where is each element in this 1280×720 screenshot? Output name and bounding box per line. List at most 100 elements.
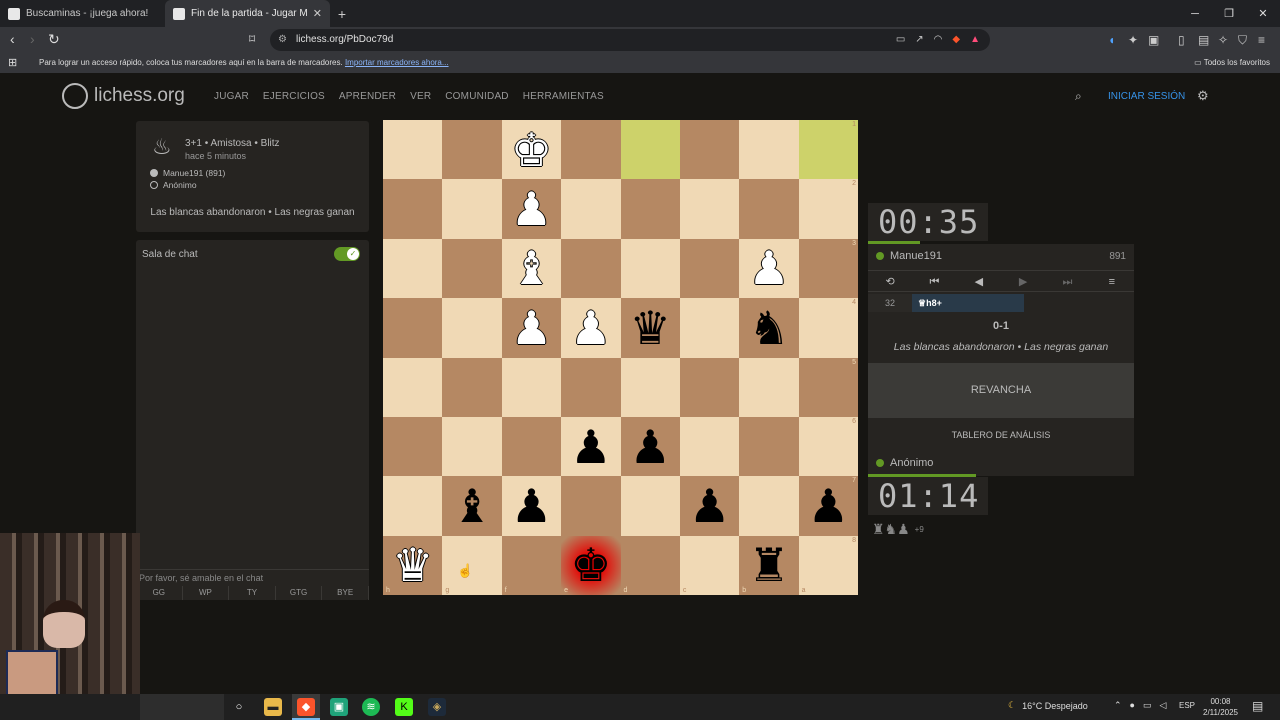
menu-icon[interactable]: ≡: [1258, 33, 1265, 47]
square-f5[interactable]: [501, 357, 562, 417]
square-b3[interactable]: ♟: [739, 238, 799, 299]
square-h2[interactable]: [383, 179, 443, 239]
black-knight-piece[interactable]: ♞: [748, 305, 789, 351]
bookmark-icon[interactable]: ⌑: [249, 32, 255, 46]
square-h7[interactable]: [383, 476, 443, 536]
square-d1[interactable]: [620, 120, 680, 180]
kick-icon[interactable]: K: [395, 698, 413, 716]
black-rook-piece[interactable]: ♜: [748, 542, 789, 588]
brave-shield-icon[interactable]: ◆: [952, 29, 960, 51]
square-d4[interactable]: ♛: [620, 298, 680, 358]
file-explorer-icon[interactable]: ▬: [264, 698, 282, 716]
black-pawn-piece[interactable]: ♟: [511, 483, 552, 529]
square-e6[interactable]: ♟: [561, 416, 621, 477]
square-e3[interactable]: [561, 238, 621, 299]
chat-toggle[interactable]: [334, 247, 360, 261]
square-f7[interactable]: ♟: [501, 476, 562, 536]
chevron-up-icon[interactable]: ⌃: [1114, 700, 1122, 711]
search-icon[interactable]: ⌕: [1075, 89, 1082, 104]
chess-board[interactable]: ♚ 1 ♟ 2 ♝ ♟ 3 ♟ ♟ ♛ ♞ 4 5 ♟ ♟ 6 ♝ ♟ ♟ ♟ 7 ♛ h g f ♚ e d c ♜ b 8 a: [383, 120, 858, 595]
square-c8[interactable]: c: [679, 535, 740, 595]
square-b6[interactable]: [739, 416, 799, 477]
square-e1[interactable]: [561, 120, 621, 180]
downloads-icon[interactable]: ▤: [1198, 33, 1209, 47]
first-move-icon[interactable]: ⏮: [912, 271, 956, 291]
weather-widget[interactable]: ☾ 16°C Despejado: [1008, 700, 1088, 711]
square-b8[interactable]: ♜ b: [739, 535, 799, 595]
white-player[interactable]: Manue191 (891): [150, 168, 225, 178]
square-g1[interactable]: [442, 120, 502, 180]
sidebar-icon[interactable]: ▯: [1178, 33, 1185, 47]
quick-reply-ty[interactable]: TY: [229, 586, 276, 600]
square-g5[interactable]: [442, 357, 502, 417]
square-c6[interactable]: [679, 416, 740, 477]
square-a5[interactable]: 5: [798, 357, 858, 417]
rematch-button[interactable]: REVANCHA: [868, 363, 1134, 418]
menu-icon[interactable]: ≡: [1090, 271, 1134, 291]
menu-item-aprender[interactable]: APRENDER: [339, 91, 396, 102]
last-move-icon[interactable]: ⏭: [1045, 271, 1089, 291]
square-c5[interactable]: [679, 357, 740, 417]
app-icon[interactable]: ▣: [330, 698, 348, 716]
square-f8[interactable]: f: [501, 535, 562, 595]
language-indicator[interactable]: ESP: [1179, 701, 1195, 710]
chat-input[interactable]: Por favor, sé amable en el chat: [136, 569, 369, 586]
square-a1[interactable]: 1: [798, 120, 858, 180]
forward-icon[interactable]: ›: [30, 31, 35, 47]
leo-icon[interactable]: ◖: [1108, 33, 1115, 47]
quick-reply-gtg[interactable]: GTG: [276, 586, 323, 600]
white-pawn-piece[interactable]: ♟: [511, 305, 552, 351]
square-d5[interactable]: [620, 357, 680, 417]
brave-rewards-icon[interactable]: ▲: [970, 29, 980, 51]
white-pawn-piece[interactable]: ♟: [511, 186, 552, 232]
square-f2[interactable]: ♟: [501, 179, 562, 239]
square-a7[interactable]: ♟ 7: [798, 476, 858, 536]
close-window-icon[interactable]: ✕: [1246, 0, 1280, 27]
ai-icon[interactable]: ✧: [1218, 33, 1228, 47]
all-favorites[interactable]: ▭ Todos los favoritos: [1194, 53, 1270, 73]
extensions-icon[interactable]: ✦: [1128, 33, 1138, 47]
square-e5[interactable]: [561, 357, 621, 417]
new-tab-button[interactable]: +: [330, 0, 354, 27]
square-g2[interactable]: [442, 179, 502, 239]
square-g6[interactable]: [442, 416, 502, 477]
game-launcher-icon[interactable]: ◈: [428, 698, 446, 716]
quick-reply-wp[interactable]: WP: [183, 586, 230, 600]
square-d2[interactable]: [620, 179, 680, 239]
square-f6[interactable]: [501, 416, 562, 477]
white-bishop-piece[interactable]: ♝: [511, 245, 552, 291]
flip-board-icon[interactable]: ⟲: [868, 271, 912, 291]
square-a8[interactable]: 8a: [798, 535, 858, 595]
square-f3[interactable]: ♝: [501, 238, 562, 299]
square-a4[interactable]: 4: [798, 298, 858, 358]
brave-browser-icon[interactable]: ◆: [297, 698, 315, 716]
square-d6[interactable]: ♟: [620, 416, 680, 477]
taskbar-search[interactable]: [140, 694, 224, 720]
square-h6[interactable]: [383, 416, 443, 477]
black-pawn-piece[interactable]: ♟: [689, 483, 730, 529]
black-pawn-piece[interactable]: ♟: [570, 424, 611, 470]
square-h1[interactable]: [383, 120, 443, 180]
volume-icon[interactable]: ◁: [1160, 700, 1167, 711]
gear-icon[interactable]: ⚙: [1197, 88, 1209, 104]
square-b5[interactable]: [739, 357, 799, 417]
square-g3[interactable]: [442, 238, 502, 299]
tab-buscaminas[interactable]: Buscaminas - ¡juega ahora!: [0, 0, 165, 27]
square-f1[interactable]: ♚: [501, 120, 562, 180]
tab-lichess[interactable]: Fin de la partida - Jugar Manue191 ✕: [165, 0, 330, 27]
square-c3[interactable]: [679, 238, 740, 299]
square-b7[interactable]: [739, 476, 799, 536]
menu-item-herramientas[interactable]: HERRAMIENTAS: [523, 91, 604, 102]
black-king-piece[interactable]: ♚: [570, 542, 611, 588]
menu-item-ejercicios[interactable]: EJERCICIOS: [263, 91, 325, 102]
square-a2[interactable]: 2: [798, 179, 858, 239]
square-f4[interactable]: ♟: [501, 298, 562, 358]
apps-grid-icon[interactable]: ⊞: [8, 53, 17, 73]
restore-icon[interactable]: ❐: [1212, 0, 1246, 27]
square-e7[interactable]: [561, 476, 621, 536]
square-b2[interactable]: [739, 179, 799, 239]
black-pawn-piece[interactable]: ♟: [808, 483, 849, 529]
prev-move-icon[interactable]: ◀: [957, 271, 1001, 291]
square-d8[interactable]: d: [620, 535, 680, 595]
vpn-icon[interactable]: ⛉: [1238, 33, 1247, 48]
